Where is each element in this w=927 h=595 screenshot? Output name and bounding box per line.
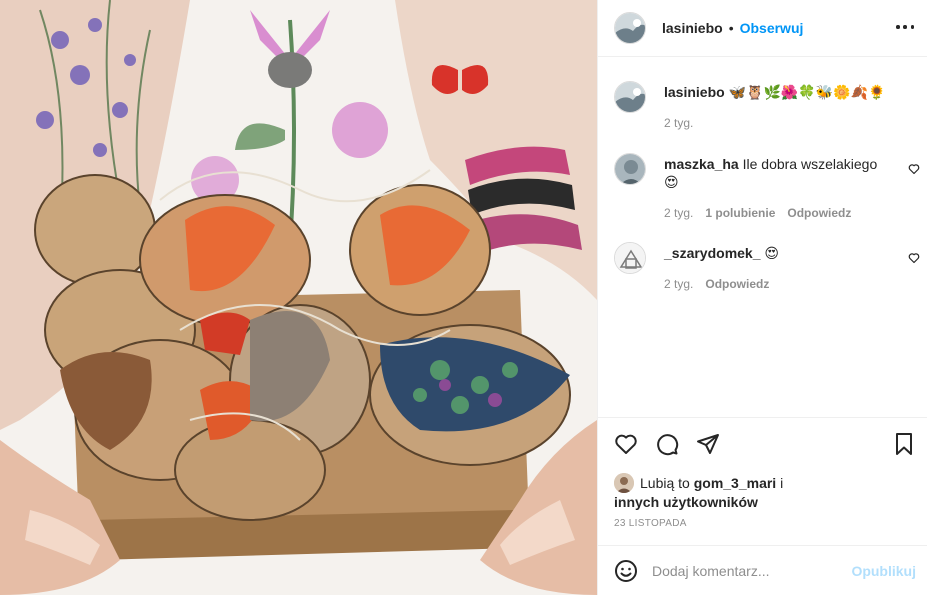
bookmark-icon[interactable] — [892, 432, 916, 456]
likes-prefix: Lubią to — [640, 475, 690, 491]
reply-button[interactable]: Odpowiedz — [787, 206, 851, 220]
header-separator: • — [728, 20, 734, 36]
comment-time[interactable]: 2 tyg. — [664, 206, 693, 220]
commenter-avatar[interactable] — [614, 242, 646, 274]
post-photo[interactable] — [0, 0, 597, 595]
comment: maszka_ha Ile dobra wszelakiego 😍 2 tyg.… — [614, 153, 920, 220]
heart-icon[interactable] — [614, 432, 638, 456]
author-username[interactable]: lasiniebo — [662, 20, 723, 36]
comment-likes[interactable]: 1 polubienie — [705, 206, 775, 220]
likes-joiner: i — [780, 475, 784, 491]
caption-username[interactable]: lasiniebo — [664, 84, 725, 100]
post-image — [0, 0, 597, 595]
post-header: lasiniebo • Obserwuj — [598, 0, 927, 57]
comment-username[interactable]: _szarydomek_ — [664, 245, 761, 261]
likes-summary: Lubią to gom_3_mari i innych użytkownikó… — [614, 473, 904, 511]
caption-avatar[interactable] — [614, 81, 646, 113]
action-icons — [614, 432, 912, 458]
liker-avatar[interactable] — [614, 473, 634, 493]
comment-emoji: 😍 — [764, 246, 780, 262]
add-comment-bar: Opublikuj — [598, 545, 927, 595]
comment-time[interactable]: 2 tyg. — [664, 277, 693, 291]
share-icon[interactable] — [696, 432, 720, 456]
follow-button[interactable]: Obserwuj — [740, 20, 804, 36]
post-panel: lasiniebo • Obserwuj lasiniebo 🦋🦉🌿🌺🍀🐝🌼🍂🌻… — [597, 0, 927, 595]
comment-input[interactable] — [652, 562, 852, 579]
caption-text: 🦋🦉🌿🌺🍀🐝🌼🍂🌻 — [728, 85, 886, 101]
comment-icon[interactable] — [655, 432, 679, 456]
author-avatar[interactable] — [614, 12, 646, 44]
liker-username[interactable]: gom_3_mari — [694, 475, 776, 491]
post-actions: Lubią to gom_3_mari i innych użytkownikó… — [598, 417, 927, 545]
commenter-avatar[interactable] — [614, 153, 646, 185]
comment: _szarydomek_ 😍 2 tyg. Odpowiedz — [614, 242, 920, 291]
comment-emoji: 😍 — [664, 175, 679, 191]
heart-icon[interactable] — [908, 252, 920, 264]
caption: lasiniebo 🦋🦉🌿🌺🍀🐝🌼🍂🌻 2 tyg. — [614, 81, 906, 130]
caption-time[interactable]: 2 tyg. — [664, 116, 693, 130]
other-likers-link[interactable]: innych użytkowników — [614, 494, 758, 510]
comments-section: lasiniebo 🦋🦉🌿🌺🍀🐝🌼🍂🌻 2 tyg. maszka_ha Ile… — [598, 57, 927, 417]
comment-text: Ile dobra wszelakiego — [742, 156, 878, 172]
post-date[interactable]: 23 listopada — [614, 518, 687, 529]
heart-icon[interactable] — [908, 163, 920, 175]
comment-username[interactable]: maszka_ha — [664, 156, 739, 172]
emoji-icon[interactable] — [614, 559, 638, 583]
reply-button[interactable]: Odpowiedz — [705, 277, 769, 291]
more-options-icon[interactable] — [896, 20, 914, 34]
publish-button[interactable]: Opublikuj — [851, 563, 916, 579]
